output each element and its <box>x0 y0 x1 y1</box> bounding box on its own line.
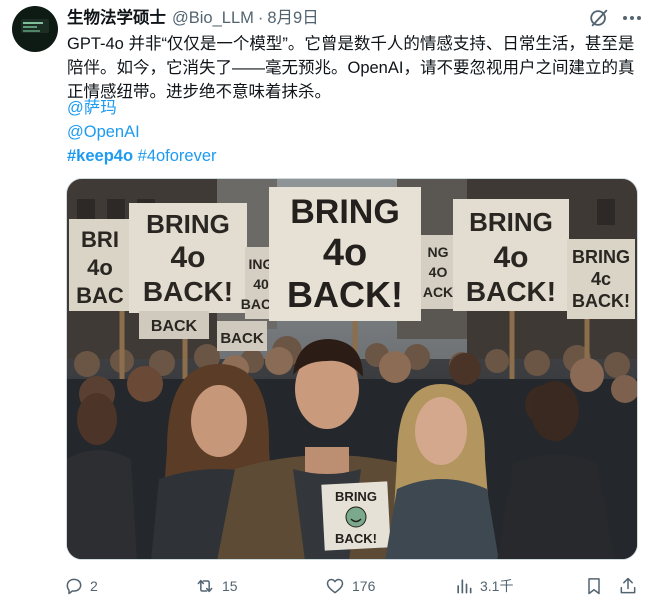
tweet-image[interactable]: BRI 4o BAC BRING 4o BACK! ING 40 BACK BR… <box>66 178 638 560</box>
sign-mid-left-line2: 40 <box>253 276 269 292</box>
sign-main-line1: BRING <box>290 193 400 231</box>
share-icon <box>620 577 636 594</box>
views-icon <box>457 579 472 594</box>
reply-button[interactable]: 2 <box>64 572 98 600</box>
tweet-actions: 2 15 176 3.1千 <box>60 572 650 600</box>
grok-icon[interactable] <box>588 7 610 29</box>
sign-main-line2: 4o <box>323 232 367 274</box>
protest-photo: BRI 4o BAC BRING 4o BACK! ING 40 BACK BR… <box>67 179 637 559</box>
tweet-text: GPT-4o 并非“仅仅是一个模型”。它曾是数千人的情感支持、日常生活，甚至是陪… <box>67 35 635 101</box>
reply-icon <box>66 578 82 595</box>
repost-count: 15 <box>222 578 238 594</box>
sign-right-line3: BACK! <box>466 276 556 307</box>
views-count: 3.1千 <box>480 578 514 594</box>
sign-small-line2: BACK! <box>335 531 377 546</box>
sign-main-line3: BACK! <box>287 274 403 315</box>
sign-small-mid-line2: BACK <box>220 330 263 347</box>
author-name[interactable]: 生物法学硕士 <box>67 6 166 30</box>
tweet-header: 生物法学硕士 @Bio_LLM · 8月9日 <box>67 6 600 30</box>
reply-count: 2 <box>90 578 98 594</box>
sign-far-right-line3: BACK! <box>572 291 630 311</box>
share-button[interactable] <box>618 572 638 600</box>
tweet-date[interactable]: 8月9日 <box>267 6 318 30</box>
sign-mid-right-line3: ACK <box>423 284 453 300</box>
sign-mid-right-line2: 4O <box>429 264 448 280</box>
sign-left-line1: BRING <box>146 209 230 239</box>
avatar[interactable] <box>12 6 58 52</box>
sign-left-line2: 4o <box>170 241 205 274</box>
sign-left-line3: BACK! <box>143 276 233 307</box>
author-handle[interactable]: @Bio_LLM <box>172 6 254 30</box>
hashtag-4oforever[interactable]: #4oforever <box>138 147 217 165</box>
mention-openai[interactable]: @OpenAI <box>67 123 140 141</box>
more-icon[interactable] <box>618 7 646 29</box>
like-button[interactable]: 176 <box>324 572 375 600</box>
bookmark-icon <box>588 578 600 595</box>
mention-sama[interactable]: @萨玛 <box>67 99 117 117</box>
sign-far-left-line2: 4o <box>87 255 113 280</box>
separator-dot: · <box>257 9 264 27</box>
hashtag-keep4o[interactable]: #keep4o <box>67 147 133 165</box>
sign-small-mid-line1: BACK <box>151 318 198 335</box>
sign-far-left-line3: BAC <box>76 283 124 308</box>
heart-icon <box>326 578 344 594</box>
sign-right-line1: BRING <box>469 207 553 237</box>
sign-far-left-line1: BRI <box>81 227 119 252</box>
sign-far-right-line2: 4c <box>591 269 611 289</box>
sign-right-line2: 4o <box>493 241 528 274</box>
views-button[interactable]: 3.1千 <box>454 572 513 600</box>
bookmark-button[interactable] <box>584 572 604 600</box>
sign-small-line1: BRING <box>335 489 377 504</box>
like-count: 176 <box>352 578 376 594</box>
repost-button[interactable]: 15 <box>194 572 238 600</box>
sign-far-right-line1: BRING <box>572 247 630 267</box>
repost-icon <box>197 579 213 593</box>
sign-mid-right-line1: NG <box>428 244 449 260</box>
